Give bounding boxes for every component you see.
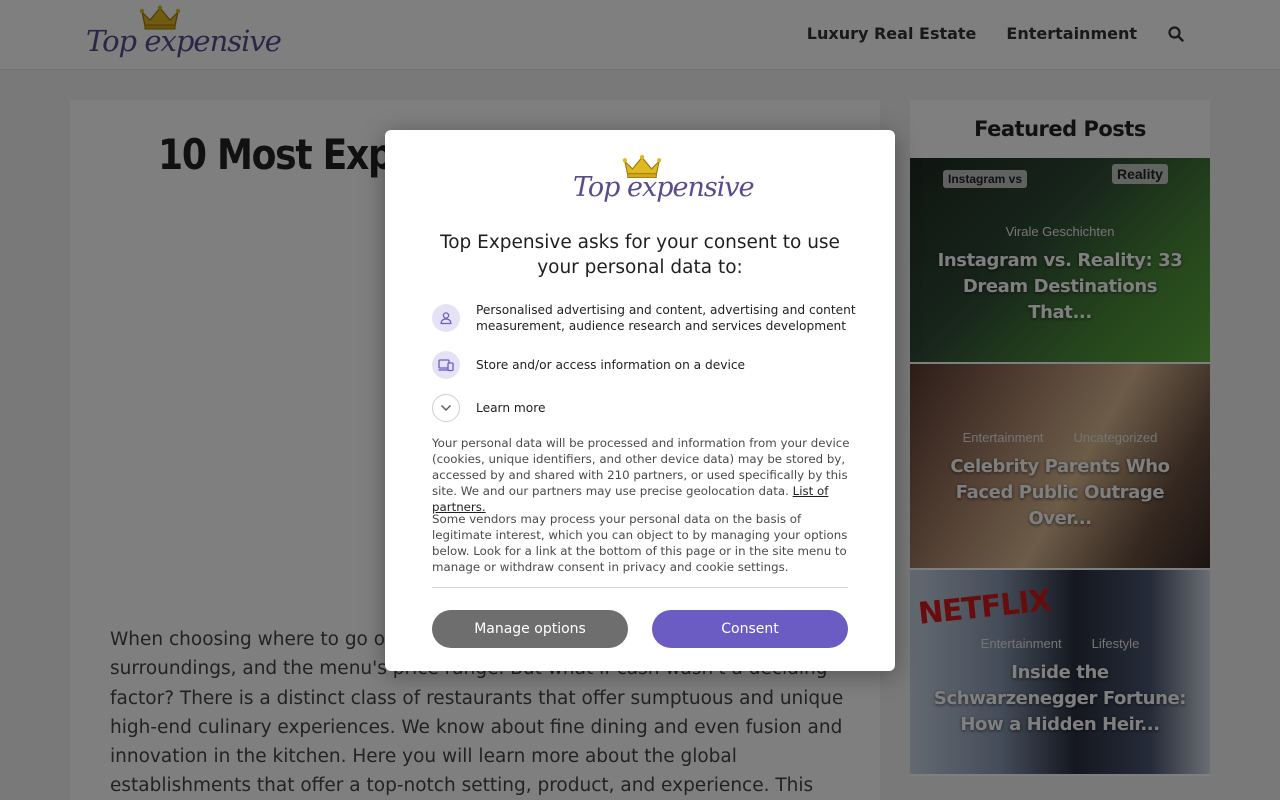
consent-logo: Top expensive <box>573 154 755 211</box>
purpose-text: Store and/or access information on a dev… <box>476 358 746 372</box>
learn-more-label[interactable]: Learn more <box>476 400 546 416</box>
chevron-down-icon[interactable] <box>432 394 460 422</box>
purpose-item: Personalised advertising and content, ad… <box>432 302 895 334</box>
person-icon <box>432 304 460 332</box>
device-icon <box>432 351 460 379</box>
consent-vendors-paragraph: Some vendors may process your personal d… <box>432 512 848 574</box>
consent-button[interactable]: Consent <box>652 610 848 648</box>
consent-heading: Top Expensive asks for your consent to u… <box>440 232 840 278</box>
purpose-text: Personalised advertising and content, ad… <box>476 303 856 333</box>
learn-more-toggle[interactable]: Learn more <box>432 394 546 422</box>
consent-dialog: Top expensive Top Expensive asks for you… <box>385 130 895 671</box>
consent-info-paragraph: Your personal data will be processed and… <box>432 435 852 515</box>
divider <box>432 587 848 588</box>
purpose-item: Store and/or access information on a dev… <box>432 351 745 379</box>
manage-options-button[interactable]: Manage options <box>432 610 628 648</box>
consent-info-text: Your personal data will be processed and… <box>432 436 850 498</box>
logo-text: Top expensive <box>573 172 755 203</box>
